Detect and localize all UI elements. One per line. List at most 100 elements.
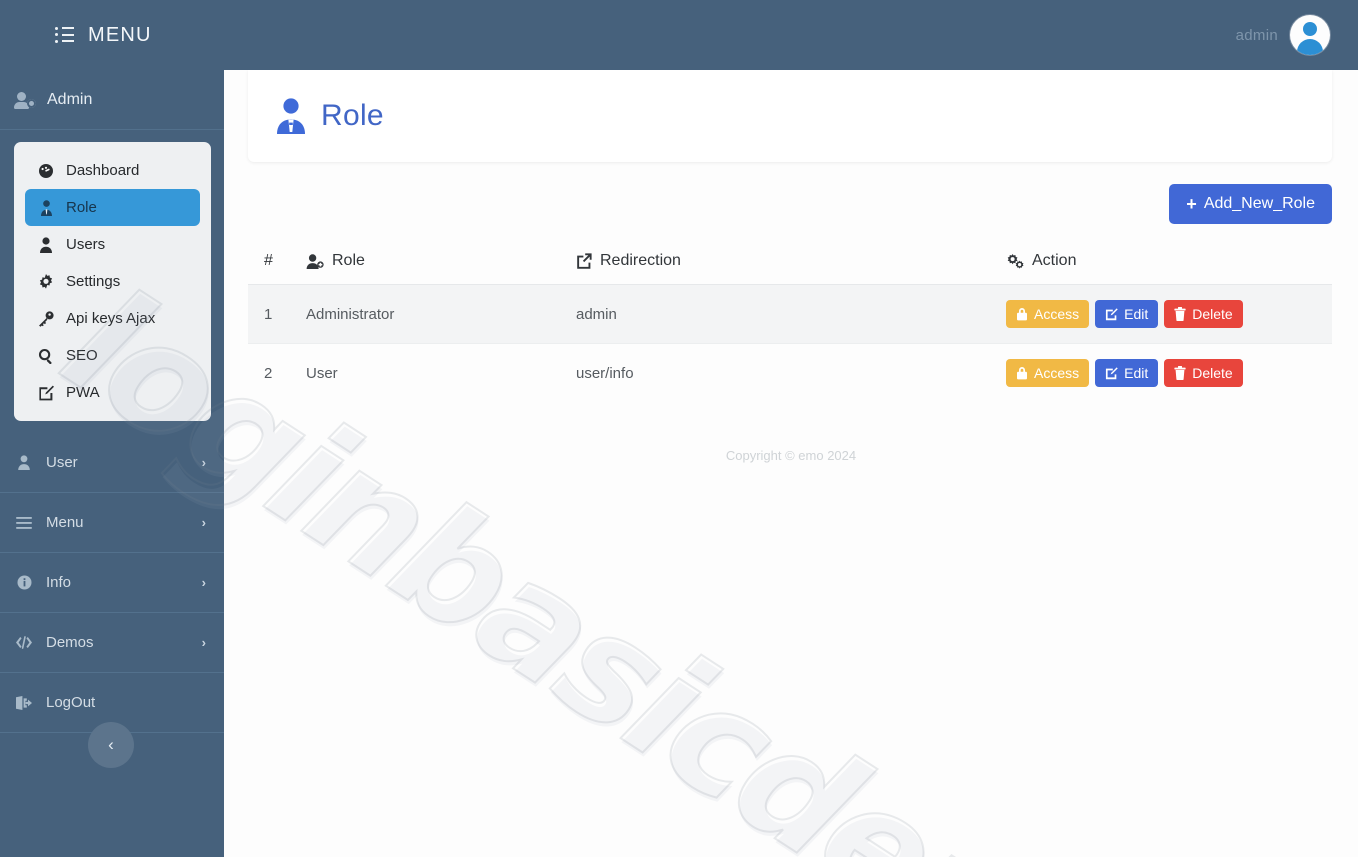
action-button-group: Access Edit Delete <box>1006 300 1332 328</box>
trash-icon <box>1174 307 1186 321</box>
sidebar-item-seo-label: SEO <box>66 347 98 364</box>
column-header-action-label: Action <box>1032 252 1077 269</box>
menu-toggle-button[interactable]: MENU <box>55 24 152 47</box>
sidebar-section-admin-label: Admin <box>47 90 93 108</box>
lock-icon <box>1016 366 1028 380</box>
table-header-row: # Role Redirection Action <box>248 242 1332 285</box>
cog-icon <box>37 273 55 290</box>
page-title: Role <box>321 99 384 132</box>
pen-square-icon <box>1105 366 1118 380</box>
delete-button-label: Delete <box>1192 365 1233 381</box>
access-button-label: Access <box>1034 365 1080 381</box>
footer-copyright: Copyright © emo 2024 <box>725 448 857 463</box>
sidebar-group-menu-label: Menu <box>46 514 84 531</box>
cell-redirection: user/info <box>576 364 634 382</box>
info-circle-icon <box>14 575 34 590</box>
user-tie-icon <box>37 199 55 216</box>
access-button-label: Access <box>1034 306 1080 322</box>
lock-icon <box>1016 307 1028 321</box>
sidebar-item-settings[interactable]: Settings <box>25 263 200 300</box>
sidebar-item-pwa-label: PWA <box>66 384 100 401</box>
edit-square-icon <box>37 385 55 401</box>
avatar[interactable] <box>1290 15 1330 55</box>
user-cog-icon <box>14 91 36 109</box>
external-link-icon <box>576 253 592 269</box>
delete-button[interactable]: Delete <box>1164 300 1243 328</box>
page-title-card: Role <box>248 70 1332 162</box>
delete-button[interactable]: Delete <box>1164 359 1243 387</box>
column-header-role-label: Role <box>332 252 365 269</box>
topbar: MENU admin <box>0 0 1358 70</box>
sidebar-item-role[interactable]: Role <box>25 189 200 226</box>
column-header-role: Role <box>306 242 576 285</box>
user-tie-icon <box>274 98 308 134</box>
list-ul-icon <box>55 27 74 43</box>
cell-number: 1 <box>248 284 306 344</box>
sidebar-section-admin[interactable]: Admin <box>0 70 224 130</box>
sidebar-item-role-label: Role <box>66 199 97 216</box>
sidebar-group-user[interactable]: User › <box>0 433 224 493</box>
sidebar-item-dashboard[interactable]: Dashboard <box>25 152 200 189</box>
trash-icon <box>1174 366 1186 380</box>
chevron-right-icon: › <box>201 635 206 650</box>
column-header-number: # <box>248 242 306 285</box>
roles-table: # Role Redirection Action 1 Administrato… <box>248 242 1332 402</box>
sidebar-group-info[interactable]: Info › <box>0 553 224 613</box>
sidebar-item-api-keys-label: Api keys Ajax <box>66 310 156 327</box>
action-button-group: Access Edit Delete <box>1006 359 1332 387</box>
sidebar-item-api-keys-ajax[interactable]: Api keys Ajax <box>25 300 200 337</box>
table-body: 1 Administrator admin Access Edit Delete… <box>248 284 1332 403</box>
pen-square-icon <box>1105 307 1118 321</box>
sidebar-item-users[interactable]: Users <box>25 226 200 263</box>
user-icon <box>14 455 34 470</box>
edit-button-label: Edit <box>1124 306 1149 322</box>
cogs-icon <box>1006 253 1024 269</box>
add-new-role-button[interactable]: + Add_New_Role <box>1169 184 1332 224</box>
toolbar: + Add_New_Role <box>224 162 1358 224</box>
sign-out-icon <box>14 695 34 710</box>
column-header-number-label: # <box>264 252 273 269</box>
edit-button[interactable]: Edit <box>1095 359 1159 387</box>
access-button[interactable]: Access <box>1006 300 1090 328</box>
delete-button-label: Delete <box>1192 306 1233 322</box>
plus-icon: + <box>1186 194 1197 214</box>
chevron-right-icon: › <box>201 455 206 470</box>
column-header-redirection: Redirection <box>576 242 1006 285</box>
sidebar-item-pwa[interactable]: PWA <box>25 374 200 411</box>
search-icon <box>37 348 55 364</box>
code-icon <box>14 636 34 649</box>
sidebar-item-settings-label: Settings <box>66 273 121 290</box>
table-row: 1 Administrator admin Access Edit Delete <box>248 284 1332 344</box>
sidebar-group-demos-label: Demos <box>46 634 94 651</box>
menu-toggle-label: MENU <box>88 23 152 46</box>
chevron-right-icon: › <box>201 575 206 590</box>
chevron-right-icon: › <box>201 515 206 530</box>
sidebar: Admin Dashboard Role Users Settings Api … <box>0 70 224 857</box>
edit-button-label: Edit <box>1124 365 1149 381</box>
sidebar-collapse-button[interactable]: ‹ <box>88 722 134 768</box>
topbar-user-area[interactable]: admin <box>1236 15 1330 55</box>
sidebar-group-user-label: User <box>46 454 78 471</box>
user-plus-icon <box>306 253 324 269</box>
tachometer-icon <box>37 163 55 179</box>
sidebar-group-info-label: Info <box>46 574 72 591</box>
admin-username: admin <box>1235 26 1278 44</box>
sidebar-group-demos[interactable]: Demos › <box>0 613 224 673</box>
column-header-action: Action <box>1006 242 1332 285</box>
edit-button[interactable]: Edit <box>1095 300 1159 328</box>
bars-icon <box>14 516 34 529</box>
sidebar-group-menu[interactable]: Menu › <box>0 493 224 553</box>
chevron-left-icon: ‹ <box>108 735 114 754</box>
sidebar-submenu: Dashboard Role Users Settings Api keys A <box>14 142 211 421</box>
avatar-head <box>1303 22 1317 36</box>
key-icon <box>37 310 55 327</box>
access-button[interactable]: Access <box>1006 359 1090 387</box>
cell-actions: Access Edit Delete <box>1006 344 1332 403</box>
cell-role: User <box>306 364 338 382</box>
sidebar-item-seo[interactable]: SEO <box>25 337 200 374</box>
cell-role: Administrator <box>306 284 576 344</box>
sidebar-group-logout-label: LogOut <box>46 694 96 711</box>
cell-number: 2 <box>264 364 273 382</box>
table-head: # Role Redirection Action <box>248 242 1332 285</box>
cell-redirection: admin <box>576 284 1006 344</box>
